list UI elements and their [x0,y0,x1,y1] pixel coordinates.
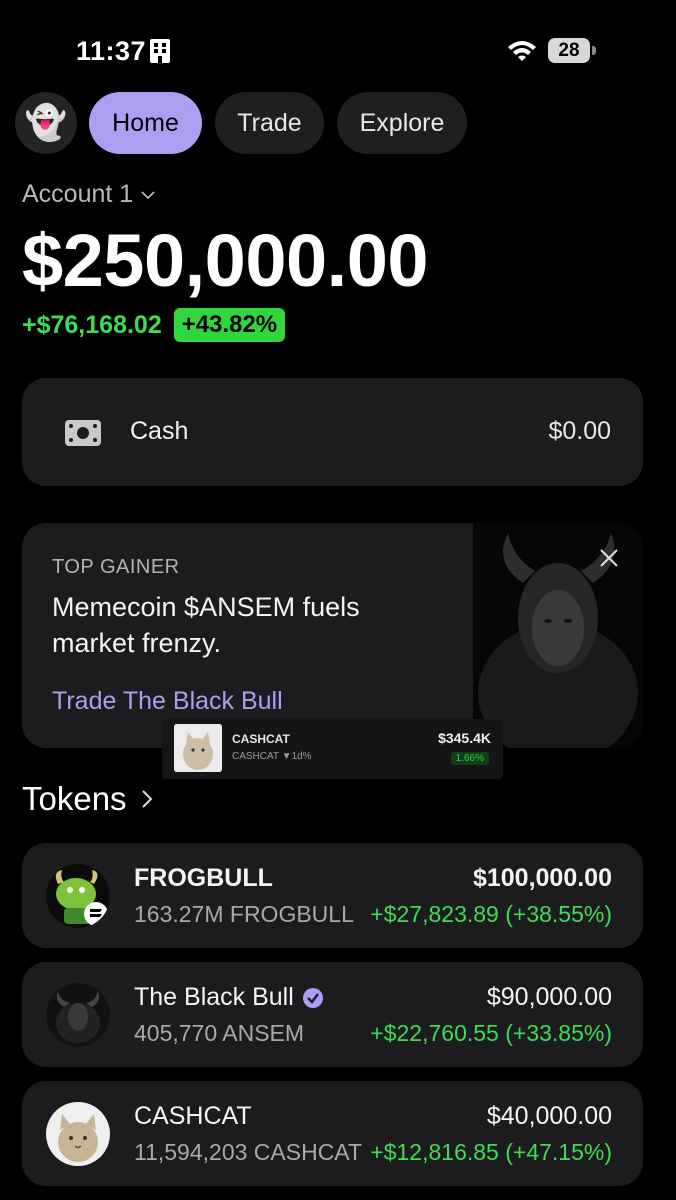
account-selector[interactable]: Account 1 [22,180,155,209]
profile-avatar[interactable]: 👻 [15,92,77,154]
promo-tag: TOP GAINER [52,556,180,578]
tab-home[interactable]: Home [89,92,202,154]
token-value: $90,000.00 [486,983,612,1011]
battery-indicator: 28 [548,38,590,63]
chevron-right-icon [141,790,152,808]
popup-token-name: CASHCAT [232,732,290,746]
account-name: Account 1 [22,180,134,208]
tab-trade[interactable]: Trade [215,92,324,154]
popup-token-sub: CASHCAT ▼1d% [232,751,312,762]
cashcat-logo [46,1102,110,1166]
tokens-heading[interactable]: Tokens [22,780,153,818]
status-time: 11:37 [76,36,147,66]
black-bull-logo [46,983,110,1047]
frogbull-logo [46,864,110,928]
token-name: CASHCAT [134,1102,252,1130]
battery-cap [592,46,596,55]
token-row-cashcat[interactable]: CASHCAT 11,594,203 CASHCAT $40,000.00 +$… [22,1081,643,1186]
balance-change: +$76,168.02 +43.82% [22,308,286,342]
token-change: +$27,823.89 (+38.55%) [370,901,612,927]
verified-badge-icon [302,987,323,1008]
cash-value: $0.00 [548,417,611,445]
cash-label: Cash [130,417,189,445]
wifi-icon [508,41,536,61]
token-name-wrapper: The Black Bull [134,983,324,1012]
cashcat-thumbnail [174,724,222,772]
token-quantity: 11,594,203 CASHCAT [134,1139,362,1165]
token-quantity: 163.27M FROGBULL [134,901,354,927]
status-bar: 11:37 28 [0,0,676,90]
tab-explore[interactable]: Explore [337,92,467,154]
promo-trade-link[interactable]: Trade The Black Bull [52,687,283,716]
close-icon[interactable] [598,547,620,569]
token-row-frogbull[interactable]: FROGBULL 163.27M FROGBULL $100,000.00 +$… [22,843,643,948]
account-balance: $250,000.00 [22,219,429,302]
chevron-down-icon [141,190,155,199]
cashcat-ticker-popup[interactable]: CASHCAT CASHCAT ▼1d% $345.4K 1.66% [162,719,503,779]
cash-icon [65,420,101,446]
change-percent-badge: +43.82% [173,308,286,342]
cash-card[interactable]: Cash $0.00 [22,378,643,486]
promo-card[interactable]: TOP GAINER Memecoin $ANSEM fuels market … [22,523,643,748]
token-name: FROGBULL [134,864,273,892]
token-change: +$12,816.85 (+47.15%) [370,1139,612,1165]
token-value: $40,000.00 [486,1102,612,1130]
token-value: $100,000.00 [472,864,612,892]
popup-token-price: $345.4K [438,730,491,746]
promo-title: Memecoin $ANSEM fuels market frenzy. [52,592,360,658]
token-change: +$22,760.55 (+33.85%) [370,1020,612,1046]
popup-token-change: 1.66% [450,752,489,765]
token-quantity: 405,770 ANSEM [134,1020,305,1046]
token-name: The Black Bull [134,983,294,1011]
change-amount: +$76,168.02 [22,310,162,339]
token-row-the-black-bull[interactable]: The Black Bull 405,770 ANSEM $90,000.00 … [22,962,643,1067]
tokens-title: Tokens [22,780,127,817]
building-icon [150,39,170,63]
